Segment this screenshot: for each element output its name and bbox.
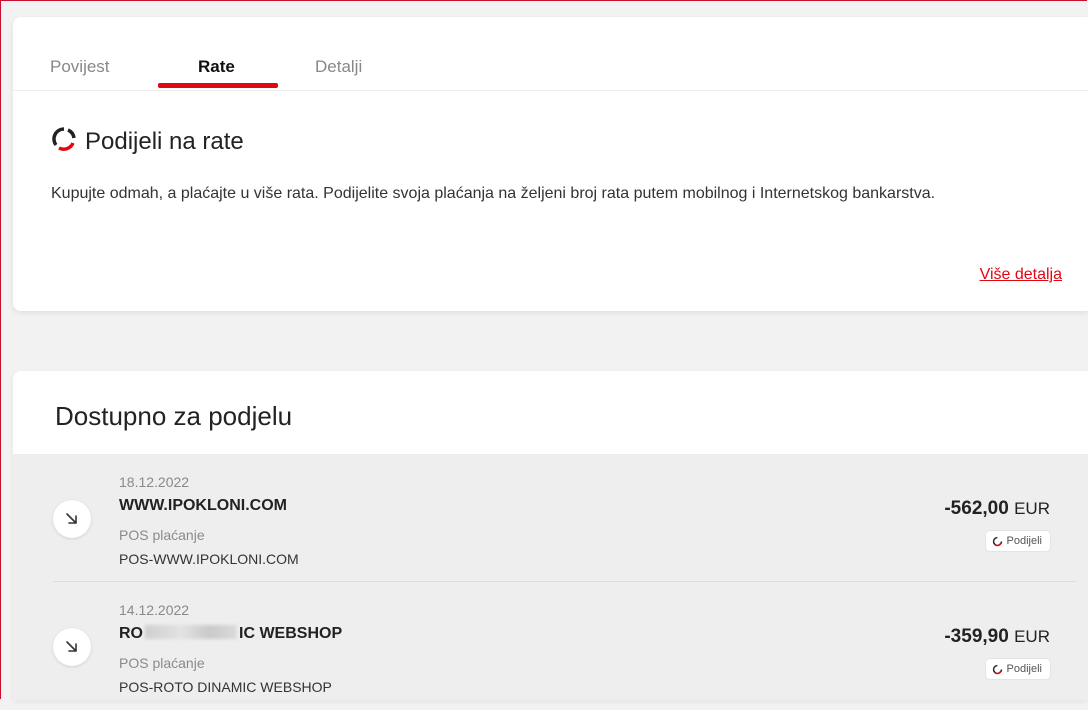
active-tab-indicator (158, 83, 278, 88)
installments-card: Povijest Rate Detalji Podijeli na rate K… (13, 17, 1088, 311)
merchant-name: WWW.IPOKLONI.COM (119, 497, 287, 514)
tab-rate[interactable]: Rate (198, 57, 235, 77)
arrow-down-right-icon (53, 500, 91, 538)
promo-title: Podijeli na rate (85, 127, 244, 155)
merchant-name-suffix: IC WEBSHOP (239, 625, 343, 642)
transaction-amount: -562,00 EUR (944, 498, 1050, 520)
tab-detalji[interactable]: Detalji (315, 57, 362, 77)
arrow-down-right-icon (53, 628, 91, 666)
transaction-row[interactable]: 18.12.2022 WWW.IPOKLONI.COM POS plaćanje… (13, 454, 1088, 582)
amount-value: -562,00 (944, 498, 1009, 519)
split-ring-icon (992, 664, 1002, 674)
split-button[interactable]: Podijeli (985, 659, 1050, 679)
split-ring-icon (51, 126, 85, 157)
more-details-link[interactable]: Više detalja (980, 266, 1062, 284)
tab-bar: Povijest Rate Detalji (13, 17, 1088, 91)
amount-value: -359,90 (944, 626, 1009, 647)
transaction-type: POS plaćanje (119, 655, 205, 671)
split-ring-icon (992, 536, 1002, 546)
list-title: Dostupno za podjelu (55, 401, 293, 431)
transaction-date: 14.12.2022 (119, 602, 190, 618)
transaction-row[interactable]: 14.12.2022 RO IC WEBSHOP POS plaćanje POS… (13, 582, 1088, 710)
available-transactions-card: Dostupno za podjelu 18.12.2022 WWW.IPOKL… (13, 371, 1088, 700)
promo-description: Kupujte odmah, a plaćajte u više rata. P… (51, 185, 936, 202)
transaction-reference: POS-WWW.IPOKLONI.COM (119, 551, 299, 567)
transaction-type: POS plaćanje (119, 527, 205, 543)
transaction-reference: POS-ROTO DINAMIC WEBSHOP (119, 679, 332, 695)
tab-povijest[interactable]: Povijest (50, 57, 110, 77)
split-button-label: Podijeli (1006, 663, 1042, 675)
transaction-amount: -359,90 EUR (944, 626, 1050, 648)
promo-header: Podijeli na rate (51, 126, 244, 157)
split-button-label: Podijeli (1006, 535, 1042, 547)
transaction-list: 18.12.2022 WWW.IPOKLONI.COM POS plaćanje… (13, 454, 1088, 700)
merchant-name-prefix: RO (119, 625, 143, 642)
transaction-date: 18.12.2022 (119, 474, 190, 490)
split-button[interactable]: Podijeli (985, 531, 1050, 551)
amount-currency: EUR (1014, 627, 1050, 646)
redacted-text (145, 625, 237, 639)
merchant-name: RO IC WEBSHOP (119, 625, 342, 643)
amount-currency: EUR (1014, 499, 1050, 518)
